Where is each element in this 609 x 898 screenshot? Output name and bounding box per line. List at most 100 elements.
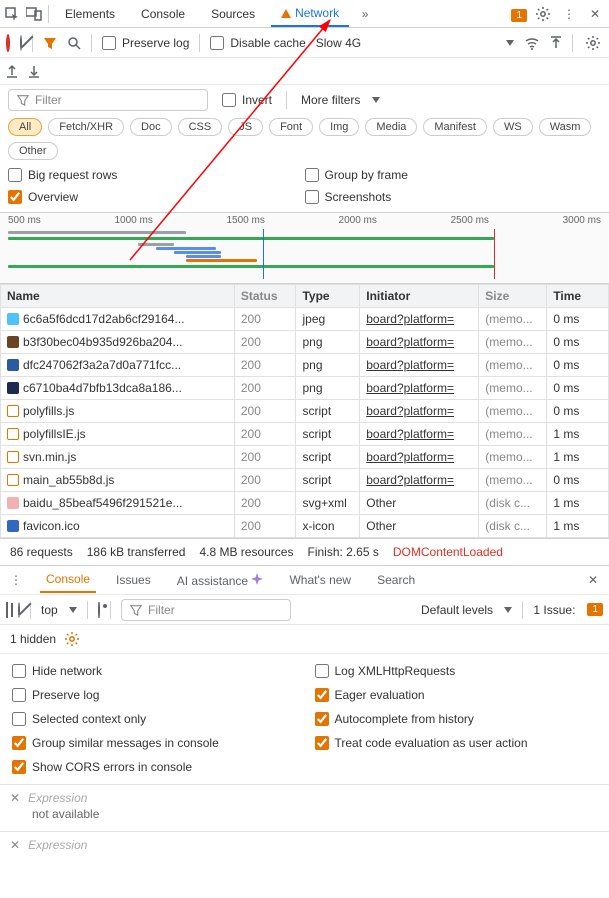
pill-doc[interactable]: Doc [130, 118, 172, 136]
screenshots-checkbox[interactable]: Screenshots [305, 190, 602, 204]
more-tabs-icon[interactable]: » [355, 4, 375, 24]
log-xhr-label: Log XMLHttpRequests [335, 664, 456, 678]
col-name[interactable]: Name [1, 285, 235, 308]
drawer-tab-search[interactable]: Search [371, 568, 421, 592]
kebab-icon[interactable]: ⋮ [559, 4, 579, 24]
issue-badge[interactable]: 1 [587, 603, 603, 616]
col-time[interactable]: Time [547, 285, 609, 308]
overview-checkbox[interactable]: Overview [8, 190, 305, 204]
treat-code-checkbox[interactable]: Treat code evaluation as user action [315, 736, 598, 750]
pill-wasm[interactable]: Wasm [539, 118, 592, 136]
pill-media[interactable]: Media [365, 118, 417, 136]
big-rows-checkbox[interactable]: Big request rows [8, 168, 305, 182]
tab-elements[interactable]: Elements [55, 2, 125, 26]
cell-initiator[interactable]: board?platform= [366, 335, 454, 349]
cell-initiator[interactable]: Other [366, 519, 396, 533]
pill-js[interactable]: JS [228, 118, 263, 136]
table-row[interactable]: polyfillsIE.js200scriptboard?platform=(m… [1, 423, 609, 446]
settings-icon[interactable] [533, 4, 553, 24]
throttle-chevron-icon[interactable] [506, 40, 514, 46]
upload-icon[interactable] [550, 36, 562, 50]
search-icon[interactable] [67, 36, 81, 50]
group-similar-checkbox[interactable]: Group similar messages in console [12, 736, 295, 750]
table-row[interactable]: c6710ba4d7bfb13dca8a186...200pngboard?pl… [1, 377, 609, 400]
table-row[interactable]: polyfills.js200scriptboard?platform=(mem… [1, 400, 609, 423]
device-icon[interactable] [26, 6, 42, 22]
eager-eval-checkbox[interactable]: Eager evaluation [315, 688, 598, 702]
col-type[interactable]: Type [296, 285, 360, 308]
cell-status: 200 [234, 446, 296, 469]
cell-initiator[interactable]: board?platform= [366, 381, 454, 395]
pill-all[interactable]: All [8, 118, 42, 136]
pill-css[interactable]: CSS [178, 118, 223, 136]
expression-placeholder[interactable]: Expression [28, 791, 87, 805]
clear-console-button[interactable] [18, 603, 20, 617]
console-settings-icon[interactable] [64, 631, 80, 647]
levels-select[interactable]: Default levels [421, 603, 512, 617]
record-button[interactable] [6, 36, 10, 50]
cell-initiator[interactable]: board?platform= [366, 358, 454, 372]
context-select[interactable]: top [41, 603, 77, 617]
filter-toggle-icon[interactable] [43, 36, 57, 50]
cell-initiator[interactable]: Other [366, 496, 396, 510]
drawer-tab-console[interactable]: Console [40, 567, 96, 593]
table-row[interactable]: baidu_85beaf5496f291521e...200svg+xmlOth… [1, 492, 609, 515]
table-row[interactable]: b3f30bec04b935d926ba204...200pngboard?pl… [1, 331, 609, 354]
drawer-tab-ai[interactable]: AI assistance [171, 568, 270, 593]
tab-network[interactable]: Network [271, 1, 349, 27]
cell-initiator[interactable]: board?platform= [366, 427, 454, 441]
table-row[interactable]: svn.min.js200scriptboard?platform=(memo.… [1, 446, 609, 469]
pill-manifest[interactable]: Manifest [423, 118, 487, 136]
pill-font[interactable]: Font [269, 118, 313, 136]
preserve-log-checkbox[interactable]: Preserve log [102, 36, 189, 50]
export-icon[interactable] [6, 64, 18, 78]
filter-input[interactable]: Filter [8, 89, 208, 111]
issues-indicator[interactable]: 1 [509, 7, 527, 21]
hide-network-checkbox[interactable]: Hide network [12, 664, 295, 678]
table-row[interactable]: main_ab55b8d.js200scriptboard?platform=(… [1, 469, 609, 492]
inspect-icon[interactable] [4, 6, 20, 22]
invert-checkbox[interactable]: Invert [222, 93, 272, 107]
table-row[interactable]: dfc247062f3a2a7d0a771fcc...200pngboard?p… [1, 354, 609, 377]
timeline-overview[interactable]: 500 ms 1000 ms 1500 ms 2000 ms 2500 ms 3… [0, 212, 609, 284]
drawer-kebab-icon[interactable]: ⋮ [6, 570, 26, 590]
selected-context-checkbox[interactable]: Selected context only [12, 712, 295, 726]
remove-expression-icon[interactable]: ✕ [10, 838, 20, 852]
clear-button[interactable] [20, 36, 22, 50]
tab-sources[interactable]: Sources [201, 2, 265, 26]
pill-other[interactable]: Other [8, 142, 58, 160]
autocomplete-checkbox[interactable]: Autocomplete from history [315, 712, 598, 726]
close-devtools-icon[interactable]: ✕ [585, 4, 605, 24]
drawer-tab-whatsnew[interactable]: What's new [283, 568, 357, 592]
console-filter-input[interactable]: Filter [121, 599, 291, 621]
network-settings-icon[interactable] [583, 33, 603, 53]
col-initiator[interactable]: Initiator [360, 285, 479, 308]
expression-placeholder[interactable]: Expression [28, 838, 87, 852]
preserve-log-checkbox-2[interactable]: Preserve log [12, 688, 295, 702]
show-cors-checkbox[interactable]: Show CORS errors in console [12, 760, 295, 774]
pill-fetch[interactable]: Fetch/XHR [48, 118, 124, 136]
disable-cache-checkbox[interactable]: Disable cache [210, 36, 305, 50]
table-row[interactable]: 6c6a5f6dcd17d2ab6cf29164...200jpegboard?… [1, 308, 609, 331]
group-frame-checkbox[interactable]: Group by frame [305, 168, 602, 182]
more-filters-select[interactable]: More filters [301, 93, 380, 107]
pill-img[interactable]: Img [319, 118, 359, 136]
wifi-icon[interactable] [524, 36, 540, 50]
cell-initiator[interactable]: board?platform= [366, 473, 454, 487]
tab-console[interactable]: Console [131, 2, 195, 26]
cell-initiator[interactable]: board?platform= [366, 450, 454, 464]
cell-initiator[interactable]: board?platform= [366, 404, 454, 418]
drawer-tab-issues[interactable]: Issues [110, 568, 157, 592]
table-row[interactable]: favicon.ico200x-iconOther(disk c...1 ms [1, 515, 609, 538]
remove-expression-icon[interactable]: ✕ [10, 791, 20, 805]
live-expression-icon[interactable] [98, 603, 100, 617]
log-xhr-checkbox[interactable]: Log XMLHttpRequests [315, 664, 598, 678]
import-icon[interactable] [28, 64, 40, 78]
cell-initiator[interactable]: board?platform= [366, 312, 454, 326]
sidebar-toggle-icon[interactable] [6, 603, 8, 617]
col-size[interactable]: Size [479, 285, 547, 308]
pill-ws[interactable]: WS [493, 118, 533, 136]
drawer-close-icon[interactable]: ✕ [583, 570, 603, 590]
col-status[interactable]: Status [234, 285, 296, 308]
throttle-select[interactable]: Slow 4G [316, 36, 361, 50]
